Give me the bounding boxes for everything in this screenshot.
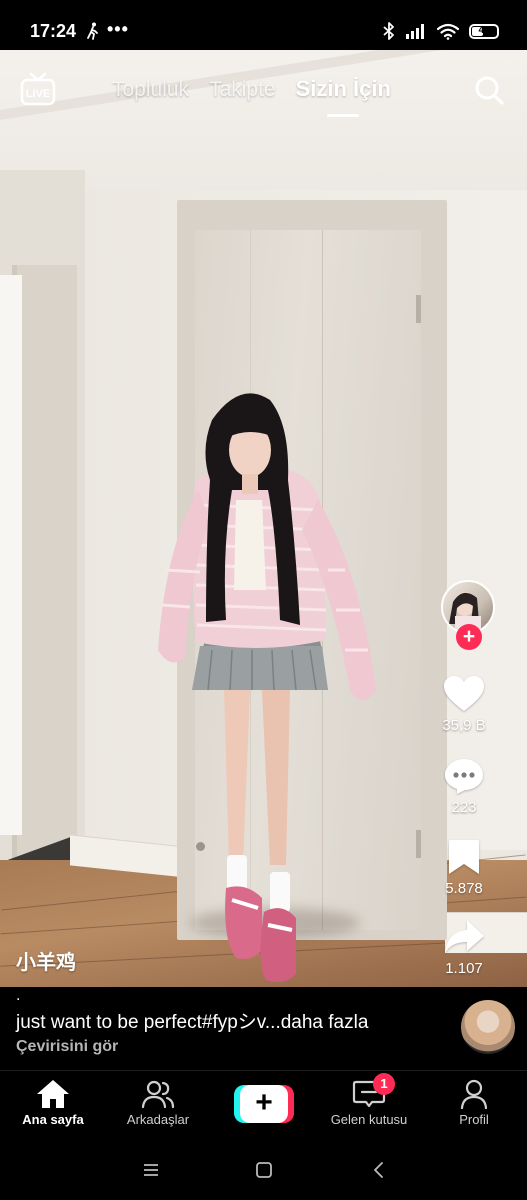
top-nav: LIVE Topluluk Takipte Sizin İçin: [0, 62, 527, 122]
inbox-badge: 1: [373, 1073, 395, 1095]
status-time: 17:24: [30, 21, 77, 41]
home-icon: [37, 1080, 69, 1108]
signal-icon: [406, 24, 424, 39]
battery-level: 43: [478, 25, 490, 36]
battery-icon: 43: [469, 23, 499, 39]
like-count: 35,9 B: [442, 717, 486, 734]
feed-tabs: Topluluk Takipte Sizin İçin: [112, 76, 391, 117]
nav-inbox-label: Gelen kutusu: [330, 1112, 408, 1127]
bookmark-icon: [449, 840, 479, 874]
caption-dot: .: [16, 987, 21, 1004]
more-link[interactable]: daha fazla: [281, 1012, 369, 1033]
nav-profile-label: Profil: [459, 1112, 489, 1127]
nav-home[interactable]: Ana sayfa: [3, 1079, 103, 1127]
nav-inbox[interactable]: 1 Gelen kutusu: [319, 1073, 419, 1127]
music-disc-icon[interactable]: [461, 1000, 515, 1054]
home-square-icon[interactable]: [254, 1160, 274, 1180]
save-count: 5.878: [445, 880, 483, 897]
search-icon[interactable]: [473, 74, 505, 106]
status-more-dots: •••: [107, 19, 129, 39]
status-bar: 17:24 ••• 43: [0, 0, 527, 50]
share-count: 1.107: [445, 960, 483, 977]
like-button[interactable]: 35,9 B: [427, 675, 501, 734]
profile-icon: [460, 1079, 488, 1109]
share-button[interactable]: 1.107: [427, 918, 501, 977]
bottom-nav: Ana sayfa Arkadaşlar + 1 Gelen kutusu Pr…: [0, 1070, 527, 1141]
tab-topluluk[interactable]: Topluluk: [112, 78, 189, 102]
menu-icon[interactable]: [141, 1160, 161, 1180]
follow-button[interactable]: +: [456, 624, 482, 650]
tiktok-screen: 17:24 ••• 43 LIVE Topluluk Takipte Sizin…: [0, 0, 527, 1200]
caption-block: . just want to be perfect#fypシv...daha f…: [0, 987, 527, 1070]
heart-icon: [444, 676, 484, 711]
nav-home-label: Ana sayfa: [22, 1112, 84, 1127]
system-nav: [0, 1140, 527, 1200]
tab-takipte[interactable]: Takipte: [209, 78, 276, 102]
caption-body: just want to be perfect#fypシv...: [16, 1012, 281, 1033]
create-icon: +: [240, 1085, 288, 1123]
wifi-icon: [437, 23, 459, 40]
tab-sizin-icin[interactable]: Sizin İçin: [296, 76, 391, 117]
nav-friends-label: Arkadaşlar: [126, 1112, 190, 1127]
save-button[interactable]: 5.878: [427, 838, 501, 897]
nav-friends[interactable]: Arkadaşlar: [108, 1079, 208, 1127]
live-label: LIVE: [26, 88, 50, 100]
friends-icon: [141, 1080, 175, 1109]
share-icon: [445, 920, 484, 953]
comment-count: 223: [451, 799, 477, 816]
back-icon[interactable]: [369, 1160, 389, 1180]
caption-text[interactable]: just want to be perfect#fypシv...daha faz…: [16, 1007, 368, 1034]
bluetooth-icon: [383, 22, 394, 40]
walking-icon: [87, 22, 98, 40]
comment-icon: [445, 759, 483, 794]
author-name[interactable]: 小羊鸡: [16, 946, 76, 975]
create-button[interactable]: +: [234, 1085, 294, 1123]
nav-profile[interactable]: Profil: [424, 1079, 524, 1127]
translate-link[interactable]: Çevirisini gör: [16, 1038, 118, 1056]
live-icon[interactable]: LIVE: [20, 72, 56, 106]
status-icons: 43: [383, 20, 499, 42]
creator-avatar[interactable]: +: [441, 580, 499, 654]
comment-button[interactable]: 223: [427, 757, 501, 816]
